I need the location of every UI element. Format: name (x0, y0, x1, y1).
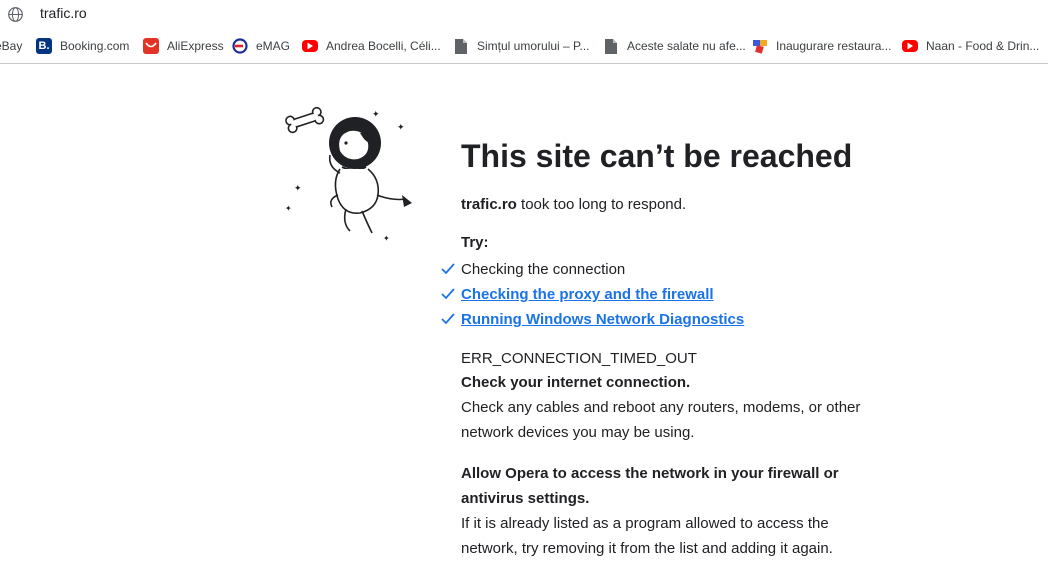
bookmark-label: eBay (0, 39, 23, 53)
youtube-icon (902, 40, 918, 52)
svg-text:✦: ✦ (294, 184, 302, 194)
aliexpress-icon (143, 38, 159, 54)
host-name: trafic.ro (461, 196, 517, 213)
bookmarks-bar: eBay B. Booking.com AliExpress eMAG Andr… (0, 30, 1048, 64)
youtube-icon (302, 40, 318, 52)
check-connection-body: Check any cables and reboot any routers,… (461, 399, 861, 441)
proxy-firewall-link[interactable]: Checking the proxy and the firewall (461, 286, 714, 303)
svg-text:✦: ✦ (285, 204, 292, 213)
bookmark-label: eMAG (256, 39, 291, 53)
suggestion-text: Checking the connection (461, 261, 626, 278)
bookmark-label: Naan - Food & Drin... (926, 39, 1040, 53)
svg-text:✦: ✦ (383, 234, 390, 243)
bookmark-salate[interactable]: Aceste salate nu afe... (603, 37, 746, 55)
bookmark-emag[interactable]: eMAG (232, 37, 290, 55)
network-diagnostics-link[interactable]: Running Windows Network Diagnostics (461, 311, 744, 328)
bookmark-label: Simțul umorului – P... (477, 39, 590, 53)
bookmark-label: AliExpress (167, 39, 224, 53)
document-icon (603, 38, 619, 54)
bookmark-label: Aceste salate nu afe... (627, 39, 746, 53)
suggestion-proxy-firewall[interactable]: Checking the proxy and the firewall (441, 282, 1021, 307)
space-dog-illustration: ✦ ✦ ✦ ✦ ✦ (285, 106, 412, 243)
svg-text:✦: ✦ (372, 110, 380, 120)
bookmark-inaugurare[interactable]: Inaugurare restaura... (752, 37, 891, 55)
bookmark-simtul[interactable]: Simțul umorului – P... (453, 37, 590, 55)
firewall-body: If it is already listed as a program all… (461, 515, 833, 557)
check-connection-heading: Check your internet connection. (461, 374, 691, 391)
bookmark-label: Inaugurare restaura... (776, 39, 892, 53)
bookmark-ebay[interactable]: eBay (0, 37, 22, 55)
check-icon (441, 263, 455, 275)
try-label: Try: (461, 234, 489, 251)
url-text[interactable]: trafic.ro (40, 5, 87, 21)
svg-text:✦: ✦ (397, 123, 405, 133)
bookmark-aliexpress[interactable]: AliExpress (143, 37, 224, 55)
booking-icon: B. (36, 38, 52, 54)
bookmark-bocelli[interactable]: Andrea Bocelli, Céli... (302, 37, 441, 55)
check-icon (441, 288, 455, 300)
bookmark-label: Andrea Bocelli, Céli... (326, 39, 441, 53)
error-summary-text: took too long to respond. (516, 196, 687, 213)
bookmark-booking[interactable]: B. Booking.com (36, 37, 129, 55)
page-title: This site can’t be reached (461, 138, 853, 174)
globe-icon (8, 7, 23, 22)
check-icon (441, 313, 455, 325)
puzzle-icon (752, 38, 768, 54)
document-icon (453, 38, 469, 54)
error-summary: trafic.ro took too long to respond. (461, 194, 1021, 216)
error-code: ERR_CONNECTION_TIMED_OUT (461, 350, 697, 367)
bookmark-naan[interactable]: Naan - Food & Drin... (902, 37, 1039, 55)
address-bar[interactable]: trafic.ro (0, 0, 1048, 30)
bookmark-label: Booking.com (60, 39, 130, 53)
firewall-heading: Allow Opera to access the network in you… (461, 465, 839, 507)
bone-icon (285, 106, 325, 134)
error-content: This site can’t be reached trafic.ro too… (441, 134, 1021, 561)
suggestion-list: Checking the connection Checking the pro… (441, 257, 1021, 332)
emag-icon (232, 38, 248, 54)
suggestion-checking-connection: Checking the connection (441, 257, 1021, 282)
suggestion-network-diagnostics[interactable]: Running Windows Network Diagnostics (441, 307, 1021, 332)
